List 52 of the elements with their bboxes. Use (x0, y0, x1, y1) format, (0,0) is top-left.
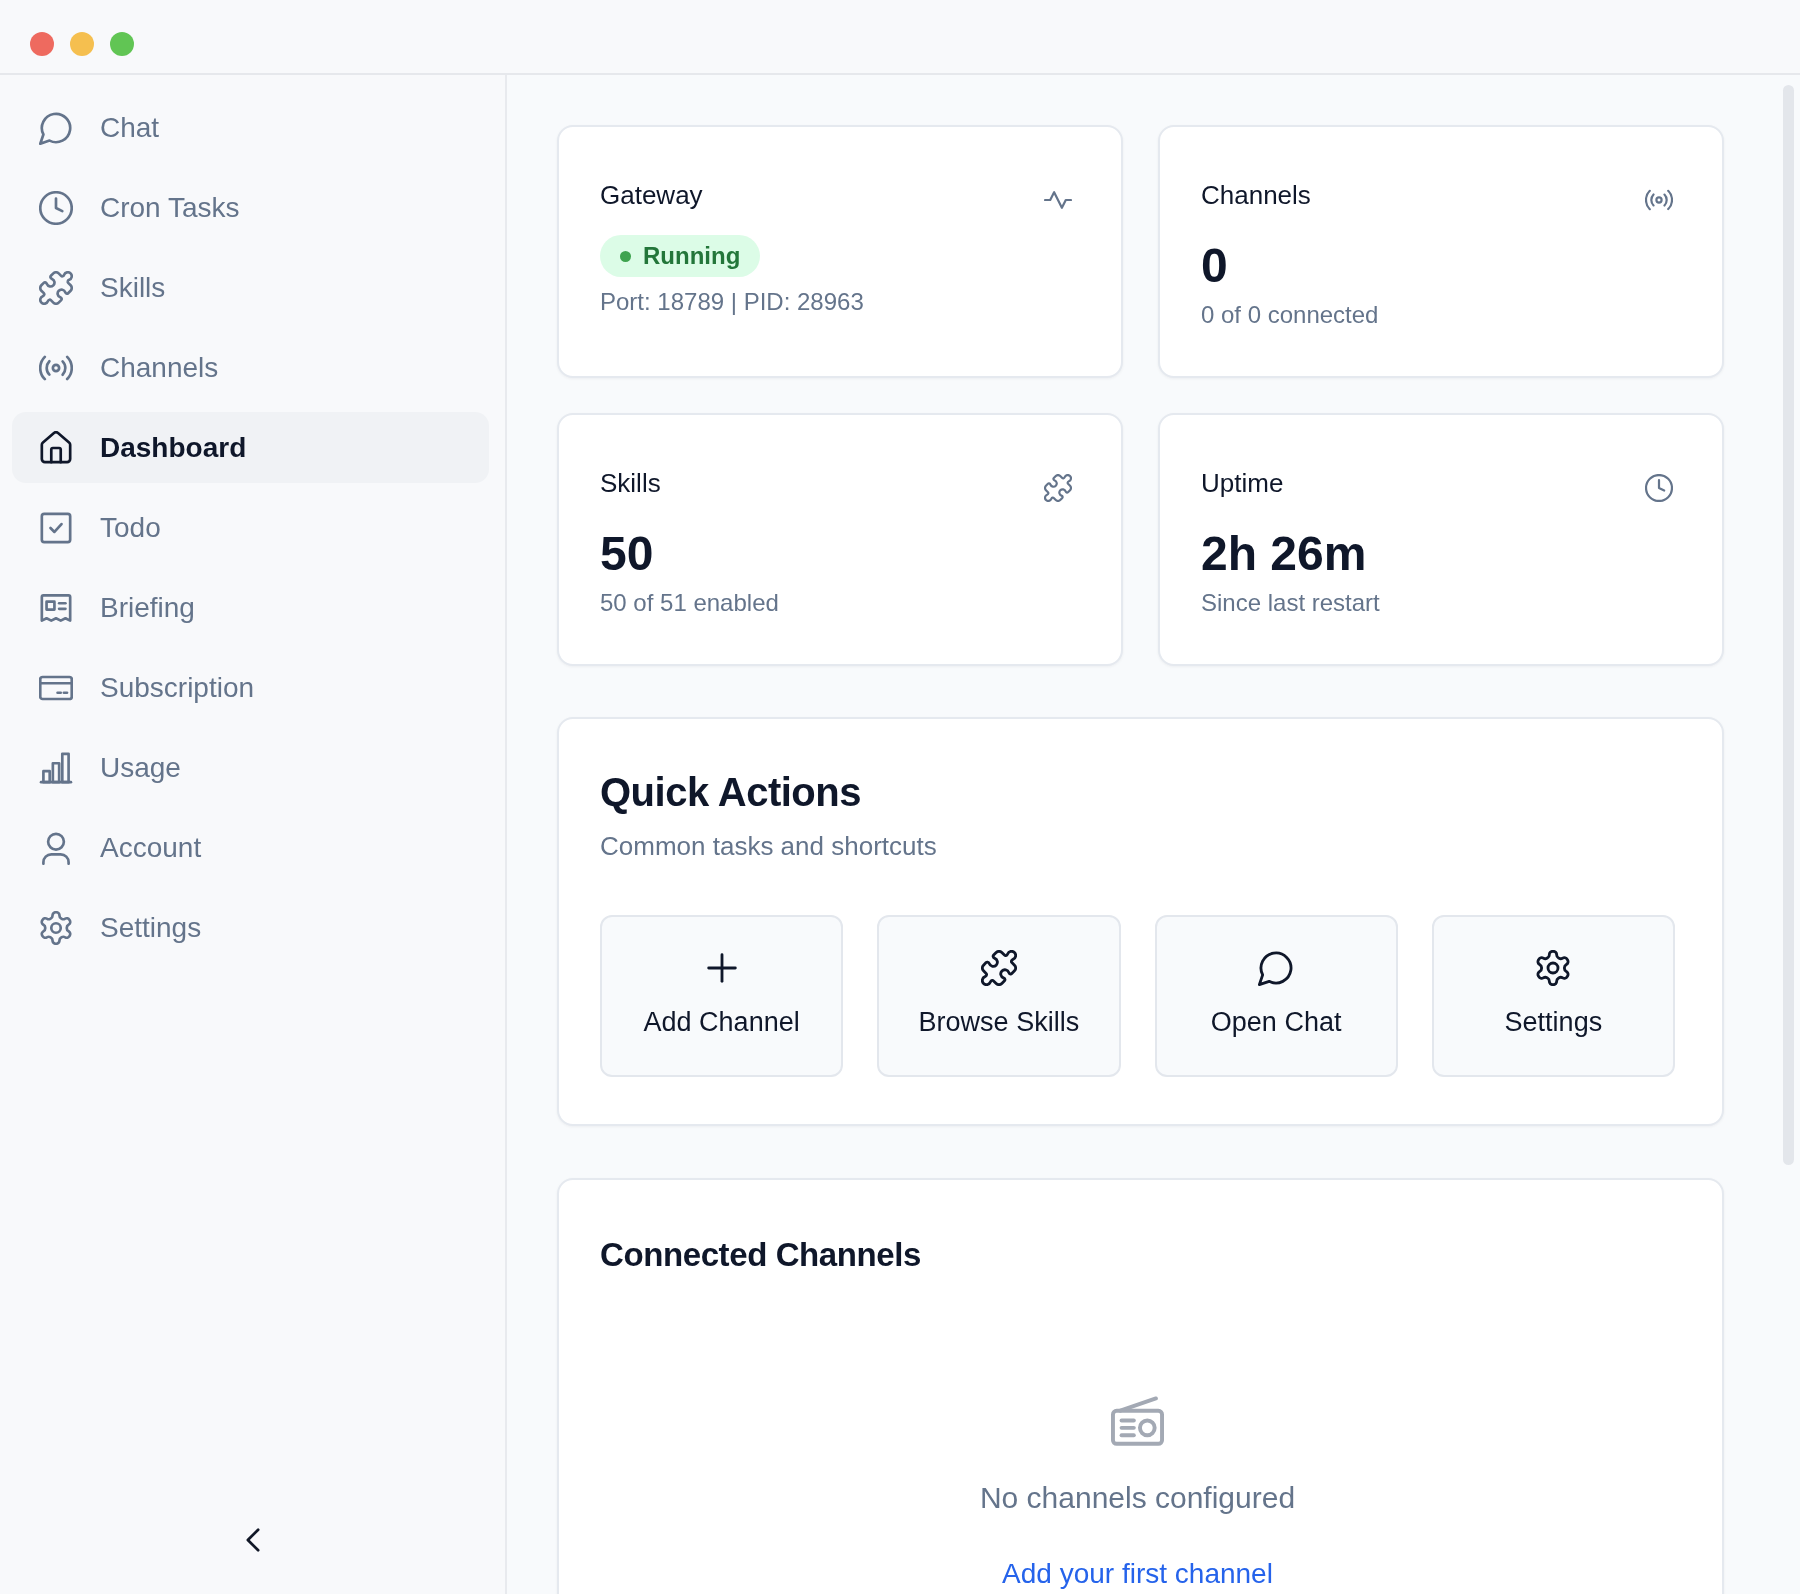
settings-icon (1535, 950, 1572, 986)
chat-bubble-icon (1258, 950, 1295, 986)
quick-action-button[interactable]: Settings (1431, 915, 1675, 1077)
sidebar-item[interactable]: Chat (12, 92, 489, 163)
sidebar-item[interactable]: Todo (12, 492, 489, 563)
bar-chart-icon (39, 750, 73, 785)
quick-action-button[interactable]: Browse Skills (877, 915, 1121, 1077)
quick-action-button[interactable]: Open Chat (1154, 915, 1398, 1077)
sidebar-item[interactable]: Usage (12, 732, 489, 803)
section-title: Quick Actions (600, 769, 862, 816)
sidebar-item[interactable]: Channels (12, 332, 489, 403)
sidebar-item[interactable]: Settings (12, 892, 489, 963)
zoom-button[interactable] (110, 32, 134, 56)
add-channel-link[interactable]: Add your first channel (1002, 1559, 1273, 1589)
house-icon (39, 430, 73, 465)
stat-title: Gateway (600, 179, 703, 211)
checked-square-icon (39, 510, 73, 545)
clock-icon (1645, 474, 1673, 502)
puzzle-piece-icon (39, 270, 73, 305)
status-text: Running (643, 241, 741, 271)
stat-detail: Port: 18789 | PID: 28963 (600, 287, 864, 317)
stat-detail: 0 of 0 connected (1201, 300, 1379, 330)
stat-value: 50 (600, 526, 654, 582)
empty-state-message: No channels configured (979, 1480, 1296, 1516)
section-subtitle: Common tasks and shortcuts (600, 830, 938, 862)
sidebar-item[interactable]: Subscription (12, 652, 489, 723)
stat-detail: 50 of 51 enabled (600, 588, 779, 618)
sidebar-item[interactable]: Briefing (12, 572, 489, 643)
settings-icon (39, 910, 73, 945)
sidebar-item[interactable]: Skills (12, 252, 489, 323)
status-dot-icon (620, 250, 631, 262)
collapse-sidebar-button[interactable] (245, 1528, 260, 1552)
radio-icon (1111, 1396, 1164, 1446)
sidebar-item[interactable]: Cron Tasks (12, 172, 489, 243)
chat-bubble-icon (39, 110, 73, 145)
stat-value: 0 (1201, 238, 1228, 294)
close-button[interactable] (30, 32, 54, 56)
quick-action-button[interactable]: Add Channel (600, 915, 844, 1077)
chevron-left-icon (245, 1528, 260, 1552)
minimize-button[interactable] (70, 32, 94, 56)
stat-title: Channels (1201, 179, 1311, 211)
stat-value: 2h 26m (1201, 526, 1367, 582)
user-icon (39, 830, 73, 865)
sidebar-item[interactable]: Dashboard (12, 412, 489, 483)
puzzle-piece-icon (1044, 474, 1072, 502)
clock-icon (39, 190, 73, 225)
stat-detail: Since last restart (1201, 588, 1380, 618)
stat-title: Uptime (1201, 467, 1284, 499)
sidebar-item[interactable]: Account (12, 812, 489, 883)
puzzle-piece-icon (980, 950, 1017, 986)
section-title: Connected Channels (600, 1235, 921, 1275)
stat-title: Skills (600, 467, 661, 499)
